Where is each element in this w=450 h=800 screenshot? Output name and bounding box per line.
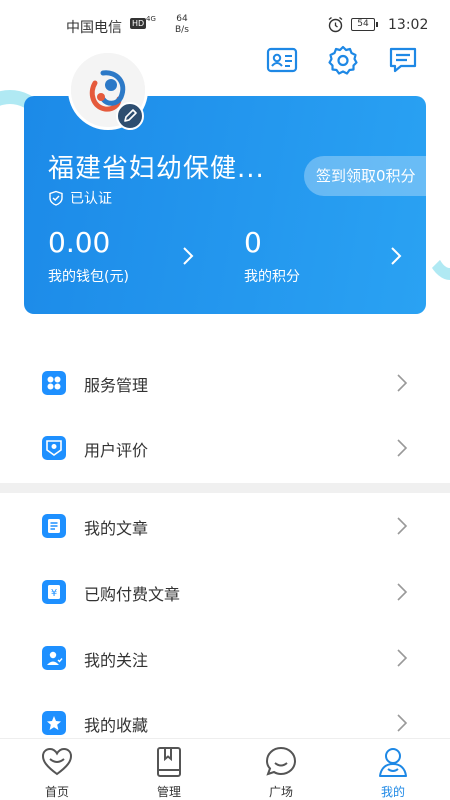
org-name: 福建省妇幼保健... xyxy=(48,154,265,184)
network-speed-unit: B/s xyxy=(175,25,189,35)
wallet-chevron-icon[interactable] xyxy=(182,246,194,266)
signin-points-button[interactable]: 签到领取0积分 xyxy=(304,156,438,196)
chat-icon xyxy=(265,746,297,776)
chevron-right-icon xyxy=(397,439,408,457)
menu-label: 我的关注 xyxy=(84,651,149,670)
chevron-right-icon xyxy=(397,714,408,732)
shield-check-icon xyxy=(49,190,63,206)
person-icon xyxy=(379,748,407,777)
tab-label: 管理 xyxy=(156,785,181,799)
tab-label: 首页 xyxy=(44,785,69,799)
menu-item-my-articles[interactable]: 我的文章 xyxy=(0,497,450,557)
edit-avatar-button[interactable] xyxy=(116,102,144,130)
svg-text:¥: ¥ xyxy=(51,588,57,599)
points-label[interactable]: 我的积分 xyxy=(244,266,300,286)
menu-label: 服务管理 xyxy=(84,376,149,395)
battery-indicator: 54 xyxy=(351,18,378,31)
points-chevron-icon[interactable] xyxy=(390,246,402,266)
wallet-value[interactable]: 0.00 xyxy=(48,226,110,259)
menu-label: 已购付费文章 xyxy=(84,585,181,604)
wallet-label[interactable]: 我的钱包(元) xyxy=(48,266,129,286)
alarm-icon xyxy=(328,16,343,33)
clock: 13:02 xyxy=(388,17,429,33)
carrier-label: 中国电信 xyxy=(66,20,122,36)
rating-icon xyxy=(42,436,66,460)
verified-label: 已认证 xyxy=(70,191,112,207)
menu-label: 我的文章 xyxy=(84,519,149,538)
pencil-icon xyxy=(124,109,137,122)
status-bar: 中国电信 HD 4G 64 B/s 54 13:02 xyxy=(0,0,450,48)
tab-mine[interactable]: 我的 xyxy=(348,739,438,800)
chevron-right-icon xyxy=(397,374,408,392)
hd-badge: HD xyxy=(130,18,147,29)
network-speed-value: 64 xyxy=(176,14,188,24)
verified-status: 已认证 xyxy=(48,188,112,208)
id-card-icon[interactable] xyxy=(266,44,298,76)
document-icon xyxy=(42,514,66,538)
paid-article-icon: ¥ xyxy=(42,580,66,604)
profile-card: 福建省妇幼保健... 已认证 签到领取0积分 0.00 我的钱包(元) 0 我的… xyxy=(24,50,438,314)
network-speed: 64 B/s xyxy=(175,14,189,36)
tab-label: 广场 xyxy=(268,785,293,799)
menu-item-user-reviews[interactable]: 用户评价 xyxy=(0,419,450,479)
chevron-right-icon xyxy=(397,583,408,601)
menu-label: 我的收藏 xyxy=(84,716,149,735)
menu-item-my-follows[interactable]: 我的关注 xyxy=(0,629,450,689)
tab-square[interactable]: 广场 xyxy=(236,739,326,800)
section-divider xyxy=(0,483,450,493)
tab-label: 我的 xyxy=(380,785,405,799)
tab-home[interactable]: 首页 xyxy=(12,739,102,800)
bottom-tab-bar: 首页 管理 广场 我的 xyxy=(0,738,450,800)
settings-icon[interactable] xyxy=(327,44,359,76)
points-value[interactable]: 0 xyxy=(244,226,262,259)
message-icon[interactable] xyxy=(387,44,419,76)
network-label: 4G xyxy=(146,15,156,23)
apps-icon xyxy=(42,371,66,395)
star-icon xyxy=(42,711,66,735)
menu-item-service-management[interactable]: 服务管理 xyxy=(0,354,450,414)
tab-manage[interactable]: 管理 xyxy=(124,739,214,800)
menu-item-paid-articles[interactable]: ¥ 已购付费文章 xyxy=(0,563,450,623)
chevron-right-icon xyxy=(397,649,408,667)
menu-label: 用户评价 xyxy=(84,441,149,460)
follow-icon xyxy=(42,646,66,670)
chevron-right-icon xyxy=(397,517,408,535)
book-icon xyxy=(157,747,181,777)
profile-page: 中国电信 HD 4G 64 B/s 54 13:02 福建省妇幼保健... 已认… xyxy=(0,0,450,800)
heart-icon xyxy=(41,747,73,776)
